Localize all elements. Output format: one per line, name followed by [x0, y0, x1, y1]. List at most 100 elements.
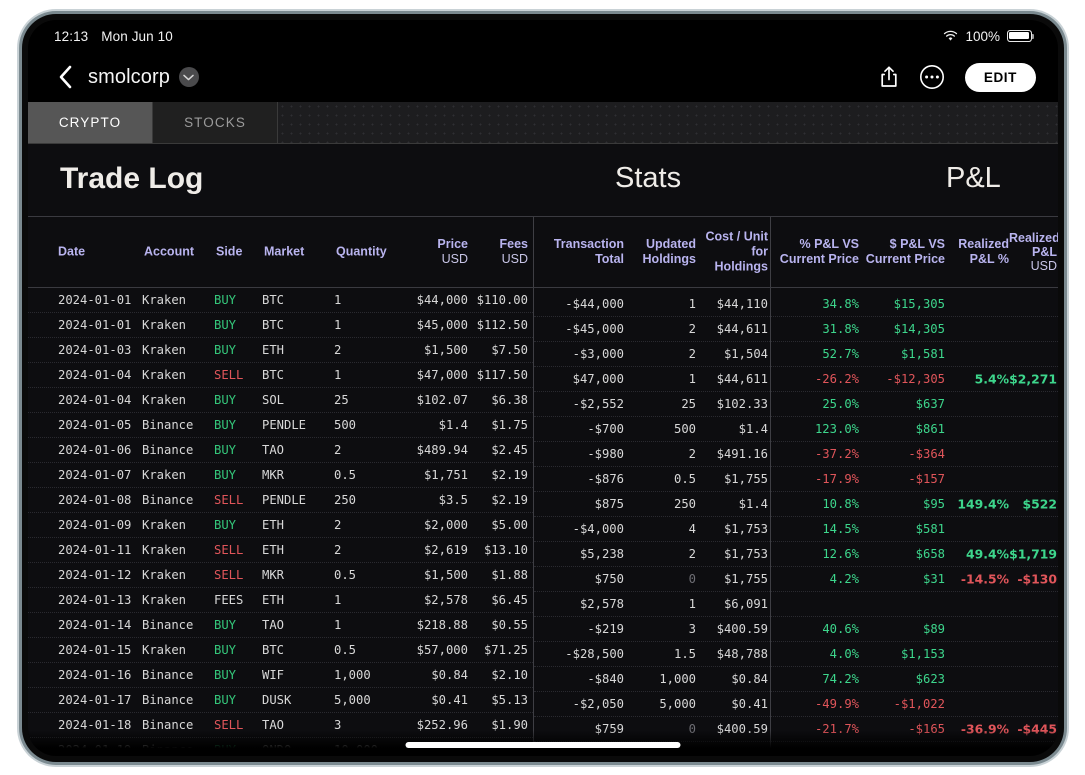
- cell-account[interactable]: Binance: [142, 693, 214, 707]
- cell-transaction-total[interactable]: -$219: [540, 622, 624, 636]
- cell-cost-per-unit[interactable]: $1.4: [696, 497, 768, 511]
- cell-market[interactable]: MKR: [262, 568, 332, 582]
- cell-date[interactable]: 2024-01-15: [58, 643, 136, 657]
- cell-transaction-total[interactable]: -$28,500: [540, 647, 624, 661]
- table-row[interactable]: 2024-01-01 Kraken BUY BTC 1 $44,000 $110.00: [28, 288, 533, 313]
- table-row[interactable]: 2024-01-15 Kraken BUY BTC 0.5 $57,000 $71.25: [28, 638, 533, 663]
- cell-side[interactable]: BUY: [214, 318, 262, 332]
- cell-cost-per-unit[interactable]: $0.41: [696, 697, 768, 711]
- cell-realized-pnl-pct[interactable]: 49.4%: [941, 547, 1009, 562]
- table-row[interactable]: 2024-01-04 Kraken BUY SOL 25 $102.07 $6.38: [28, 388, 533, 413]
- cell-side[interactable]: BUY: [214, 393, 262, 407]
- table-row[interactable]: 2024-01-18 Binance SELL TAO 3 $252.96 $1.90: [28, 713, 533, 738]
- cell-usd-pnl-vs-current[interactable]: $3,229: [861, 747, 945, 756]
- col-header-realized-pnl-pct[interactable]: Realized P&L %: [947, 237, 1009, 267]
- cell-usd-pnl-vs-current[interactable]: $637: [861, 397, 945, 411]
- cell-transaction-total[interactable]: -$876: [540, 472, 624, 486]
- table-row[interactable]: -$3,000 2 $1,504: [534, 342, 770, 367]
- table-row[interactable]: $750 0 $1,755: [534, 567, 770, 592]
- cell-realized-pnl-usd[interactable]: -$445: [1003, 722, 1057, 737]
- cell-updated-holdings[interactable]: 2: [628, 322, 696, 336]
- cell-pct-pnl-vs-current[interactable]: -49.9%: [773, 697, 859, 711]
- table-row[interactable]: 31.8% $14,305: [771, 317, 1058, 342]
- cell-updated-holdings[interactable]: 0.5: [628, 472, 696, 486]
- cell-account[interactable]: Kraken: [142, 468, 214, 482]
- cell-updated-holdings[interactable]: 25: [628, 397, 696, 411]
- cell-market[interactable]: TAO: [262, 718, 332, 732]
- col-header-cost-per-unit[interactable]: Cost / Unit for Holdings: [696, 230, 769, 275]
- cell-usd-pnl-vs-current[interactable]: -$157: [861, 472, 945, 486]
- cell-realized-pnl-usd[interactable]: $2,271: [1003, 372, 1057, 387]
- table-row[interactable]: 40.6% $89: [771, 617, 1058, 642]
- table-row[interactable]: 2024-01-01 Kraken BUY BTC 1 $45,000 $112.50: [28, 313, 533, 338]
- cell-fees[interactable]: $112.50: [470, 318, 528, 332]
- cell-updated-holdings[interactable]: 1: [628, 597, 696, 611]
- cell-updated-holdings[interactable]: 500: [628, 422, 696, 436]
- cell-side[interactable]: BUY: [214, 343, 262, 357]
- cell-updated-holdings[interactable]: 1: [628, 372, 696, 386]
- table-row[interactable]: -26.2% -$12,305 5.4% $2,271: [771, 367, 1058, 392]
- cell-account[interactable]: Kraken: [142, 543, 214, 557]
- table-row[interactable]: 2024-01-17 Binance BUY DUSK 5,000 $0.41 $5.13: [28, 688, 533, 713]
- cell-cost-per-unit[interactable]: $44,611: [696, 372, 768, 386]
- table-row[interactable]: 2024-01-11 Kraken SELL ETH 2 $2,619 $13.10: [28, 538, 533, 563]
- cell-date[interactable]: 2024-01-19: [58, 743, 136, 756]
- cell-account[interactable]: Kraken: [142, 318, 214, 332]
- table-row[interactable]: -$45,000 2 $44,611: [534, 317, 770, 342]
- cell-side[interactable]: BUY: [214, 293, 262, 307]
- cell-price[interactable]: $0.84: [390, 668, 468, 682]
- table-row[interactable]: 2024-01-14 Binance BUY TAO 1 $218.88 $0.55: [28, 613, 533, 638]
- cell-usd-pnl-vs-current[interactable]: $95: [861, 497, 945, 511]
- cell-fees[interactable]: $5.13: [470, 693, 528, 707]
- cell-date[interactable]: 2024-01-11: [58, 543, 136, 557]
- table-row[interactable]: $2,578 1 $6,091: [534, 592, 770, 617]
- table-row[interactable]: 4.2% $31 -14.5% -$130: [771, 567, 1058, 592]
- cell-price[interactable]: $2,619: [390, 543, 468, 557]
- table-row[interactable]: 12.6% $658 49.4% $1,719: [771, 542, 1058, 567]
- cell-market[interactable]: MKR: [262, 468, 332, 482]
- tab-stocks[interactable]: STOCKS: [153, 102, 278, 143]
- table-row[interactable]: $5,238 2 $1,753: [534, 542, 770, 567]
- cell-fees[interactable]: $71.25: [470, 643, 528, 657]
- table-row[interactable]: -$840 1,000 $0.84: [534, 667, 770, 692]
- cell-side[interactable]: SELL: [214, 543, 262, 557]
- cell-updated-holdings[interactable]: 0: [628, 572, 696, 586]
- table-row[interactable]: -49.9% -$1,022: [771, 692, 1058, 717]
- cell-price[interactable]: $102.07: [390, 393, 468, 407]
- cell-pct-pnl-vs-current[interactable]: 14.5%: [773, 522, 859, 536]
- cell-cost-per-unit[interactable]: $102.33: [696, 397, 768, 411]
- col-header-transaction-total[interactable]: Transaction Total: [540, 237, 624, 267]
- cell-date[interactable]: 2024-01-04: [58, 393, 136, 407]
- col-header-fees[interactable]: Fees USD: [472, 237, 529, 267]
- cell-cost-per-unit[interactable]: $0.84: [696, 672, 768, 686]
- cell-account[interactable]: Kraken: [142, 643, 214, 657]
- cell-side[interactable]: BUY: [214, 443, 262, 457]
- document-title[interactable]: smolcorp: [88, 66, 170, 89]
- table-row[interactable]: 2024-01-13 Kraken FEES ETH 1 $2,578 $6.45: [28, 588, 533, 613]
- table-row[interactable]: -37.2% -$364: [771, 442, 1058, 467]
- cell-fees[interactable]: $2.19: [470, 468, 528, 482]
- cell-transaction-total[interactable]: -$980: [540, 447, 624, 461]
- cell-side[interactable]: BUY: [214, 643, 262, 657]
- cell-price[interactable]: $2,578: [390, 593, 468, 607]
- table-row[interactable]: 14.5% $581: [771, 517, 1058, 542]
- ellipsis-circle-icon[interactable]: [915, 60, 949, 94]
- col-header-updated-holdings[interactable]: Updated Holdings: [628, 237, 696, 267]
- cell-cost-per-unit[interactable]: $1,755: [696, 572, 768, 586]
- cell-usd-pnl-vs-current[interactable]: $861: [861, 422, 945, 436]
- cell-side[interactable]: SELL: [214, 718, 262, 732]
- cell-side[interactable]: BUY: [214, 693, 262, 707]
- cell-transaction-total[interactable]: -$44,000: [540, 297, 624, 311]
- cell-transaction-total[interactable]: -$4,000: [540, 522, 624, 536]
- tab-crypto[interactable]: CRYPTO: [28, 102, 153, 143]
- table-row[interactable]: -17.9% -$157: [771, 467, 1058, 492]
- table-row[interactable]: 10.8% $95 149.4% $522: [771, 492, 1058, 517]
- cell-date[interactable]: 2024-01-01: [58, 293, 136, 307]
- cell-usd-pnl-vs-current[interactable]: $623: [861, 672, 945, 686]
- cell-realized-pnl-usd[interactable]: -$130: [1003, 572, 1057, 587]
- cell-account[interactable]: Binance: [142, 618, 214, 632]
- cell-realized-pnl-pct[interactable]: -36.9%: [941, 722, 1009, 737]
- table-row[interactable]: -$700 500 $1.4: [534, 417, 770, 442]
- cell-pct-pnl-vs-current[interactable]: 52.7%: [773, 347, 859, 361]
- cell-pct-pnl-vs-current[interactable]: 4.0%: [773, 647, 859, 661]
